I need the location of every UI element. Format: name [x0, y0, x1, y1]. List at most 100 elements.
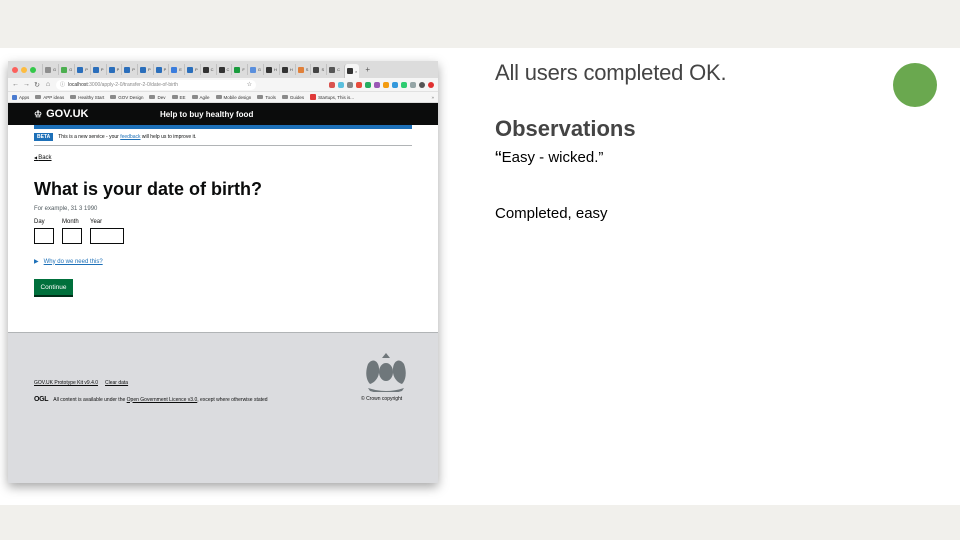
- year-field: Year: [90, 219, 124, 244]
- bookmark-label: Tools: [265, 94, 276, 100]
- bookmark-item[interactable]: Dev: [149, 95, 166, 100]
- govuk-logo[interactable]: ♔ GOV.UK: [34, 108, 160, 120]
- bookmark-item[interactable]: APP ideas: [35, 95, 64, 100]
- triangle-right-icon: ▶: [34, 259, 39, 265]
- browser-tab[interactable]: G: [42, 64, 58, 75]
- browser-tab[interactable]: P: [136, 64, 153, 75]
- extension-icon[interactable]: [410, 81, 416, 88]
- minimize-window-icon[interactable]: [21, 66, 27, 73]
- bookmark-item[interactable]: Healthy Start: [70, 95, 104, 100]
- bookmarks-more-icon[interactable]: »: [431, 95, 434, 100]
- browser-tab[interactable]: C: [326, 64, 342, 75]
- address-bar[interactable]: ⓘ localhost:3000/apply-2-0/transfer-2-0/…: [56, 79, 256, 90]
- bookmark-item[interactable]: Tools: [257, 95, 276, 100]
- licence-row: OGL All content is available under the O…: [34, 396, 268, 403]
- extension-icon[interactable]: [383, 81, 389, 88]
- bookmark-star-icon[interactable]: ☆: [247, 81, 252, 88]
- browser-tab[interactable]: H: [262, 64, 279, 75]
- month-input[interactable]: [62, 228, 82, 244]
- tab-favicon-icon: [281, 66, 288, 73]
- back-arrow-icon[interactable]: ←: [12, 81, 19, 88]
- close-tab-icon[interactable]: ×: [355, 69, 357, 74]
- prototype-kit-link[interactable]: GOV.UK Prototype Kit v9.4.0: [34, 380, 98, 386]
- tab-label: P: [163, 67, 167, 72]
- browser-tab[interactable]: P: [183, 64, 200, 75]
- bookmark-item[interactable]: GOV Design: [110, 95, 143, 100]
- crown-copyright[interactable]: © Crown copyright: [361, 396, 402, 402]
- reload-icon[interactable]: ↻: [34, 81, 40, 89]
- forward-arrow-icon[interactable]: →: [23, 81, 30, 88]
- bookmark-label: Mobile design: [223, 94, 252, 100]
- folder-icon: [310, 94, 317, 100]
- maximize-window-icon[interactable]: [30, 66, 36, 73]
- extension-icon[interactable]: [365, 81, 371, 88]
- service-name[interactable]: Help to buy healthy food: [160, 110, 253, 119]
- browser-tab[interactable]: G: [58, 64, 74, 75]
- tab-label: P: [100, 67, 104, 72]
- continue-button[interactable]: Continue: [34, 279, 73, 295]
- extension-icon[interactable]: [347, 81, 353, 88]
- browser-tab[interactable]: P: [152, 64, 169, 75]
- page-title: What is your date of birth?: [34, 179, 262, 199]
- browser-tab-active[interactable]: ×: [344, 64, 360, 78]
- main-content: BETA This is a new service - your feedba…: [34, 129, 412, 295]
- home-icon[interactable]: ⌂: [45, 81, 51, 88]
- browser-tab[interactable]: P: [105, 64, 122, 75]
- bookmark-apps[interactable]: Apps: [12, 94, 29, 100]
- crown-icon: ♔: [34, 108, 43, 119]
- details-toggle[interactable]: ▶ Why do we need this?: [34, 258, 412, 266]
- close-window-icon[interactable]: [12, 66, 18, 73]
- extension-icon[interactable]: [428, 81, 434, 88]
- bookmark-item[interactable]: Mobile design: [215, 94, 252, 100]
- tab-label: E: [179, 67, 182, 72]
- browser-tab[interactable]: E: [168, 64, 184, 75]
- phase-text-before: This is a new service - your: [58, 134, 119, 140]
- extension-icon[interactable]: [374, 81, 380, 88]
- browser-toolbar: ← → ↻ ⌂ ⓘ localhost:3000/apply-2-0/trans…: [8, 78, 438, 92]
- year-input[interactable]: [90, 228, 124, 244]
- bookmark-label: APP ideas: [43, 94, 65, 100]
- bottom-band: [0, 505, 960, 540]
- licence-link[interactable]: Open Government Licence v3.0: [127, 397, 198, 403]
- tab-favicon-icon: [45, 66, 51, 73]
- back-link[interactable]: ◀ Back: [34, 155, 52, 161]
- browser-tab[interactable]: P: [121, 64, 137, 75]
- govuk-logo-text: GOV.UK: [46, 108, 89, 120]
- browser-tab[interactable]: S: [294, 64, 311, 75]
- browser-tab[interactable]: H: [278, 64, 295, 75]
- top-band: [0, 0, 960, 48]
- new-tab-button[interactable]: +: [365, 65, 370, 74]
- bookmark-item[interactable]: EE: [171, 95, 186, 100]
- clear-data-link[interactable]: Clear data: [105, 380, 128, 386]
- bookmark-item[interactable]: Startups, This is...: [310, 94, 354, 100]
- bookmark-item[interactable]: Guides: [281, 95, 304, 100]
- browser-tab[interactable]: G: [246, 64, 263, 75]
- browser-tab[interactable]: P: [89, 64, 106, 75]
- royal-coat-of-arms-icon: [366, 353, 406, 392]
- day-input[interactable]: [34, 228, 54, 244]
- browser-tab[interactable]: C: [215, 64, 232, 75]
- extension-icon[interactable]: [338, 81, 344, 88]
- feedback-link[interactable]: feedback: [120, 134, 140, 140]
- extension-icon[interactable]: [329, 81, 335, 88]
- bookmark-label: Healthy Start: [78, 94, 105, 100]
- profile-avatar-icon[interactable]: [419, 81, 425, 88]
- info-icon[interactable]: ⓘ: [60, 81, 65, 88]
- govuk-header: ♔ GOV.UK Help to buy healthy food: [8, 103, 438, 125]
- extension-icon[interactable]: [392, 81, 398, 88]
- tab-favicon-icon: [139, 66, 146, 73]
- extension-icon[interactable]: [356, 81, 362, 88]
- extension-icon[interactable]: [401, 81, 407, 88]
- tab-favicon-icon: [202, 66, 209, 73]
- browser-tab[interactable]: C: [199, 64, 216, 75]
- day-label: Day: [34, 219, 45, 225]
- bookmark-item[interactable]: Agile: [191, 95, 210, 100]
- tab-favicon-icon: [108, 66, 115, 73]
- browser-tab[interactable]: P: [74, 64, 90, 75]
- folder-icon: [149, 95, 156, 99]
- browser-tab[interactable]: F: [231, 64, 246, 75]
- browser-tab[interactable]: S: [310, 64, 326, 75]
- bookmark-label: GOV Design: [118, 94, 144, 100]
- year-label: Year: [90, 219, 103, 225]
- tab-favicon-icon: [313, 66, 320, 73]
